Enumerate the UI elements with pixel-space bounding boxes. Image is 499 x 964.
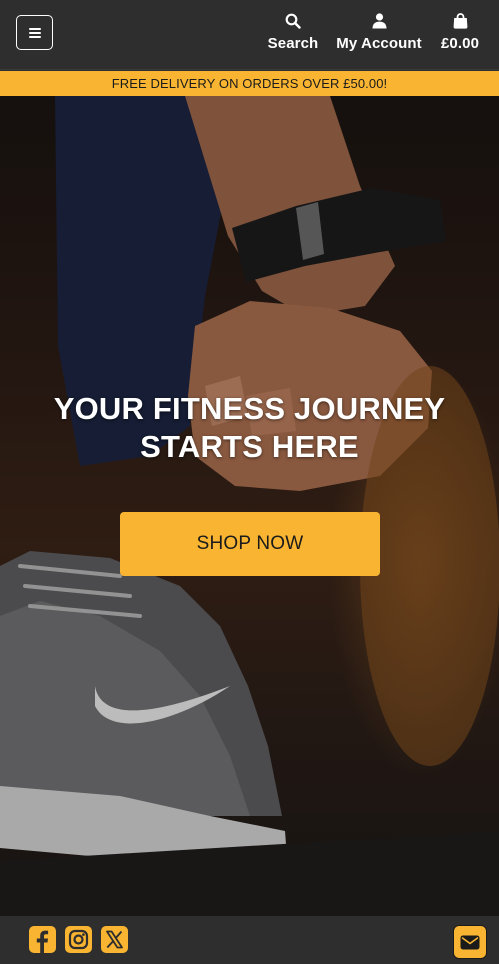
- my-account-nav-label: My Account: [336, 35, 422, 52]
- shopping-bag-icon: [453, 12, 468, 30]
- facebook-icon[interactable]: [29, 926, 56, 953]
- instagram-icon[interactable]: [65, 926, 92, 953]
- search-nav-link[interactable]: Search: [266, 12, 320, 52]
- x-icon[interactable]: [101, 926, 128, 953]
- site-header: Search My Account £0.00: [0, 0, 499, 70]
- hero-section: YOUR FITNESS JOURNEY STARTS HERE SHOP NO…: [0, 96, 499, 916]
- user-icon: [372, 12, 387, 30]
- cart-nav-link[interactable]: £0.00: [436, 12, 484, 52]
- free-delivery-text: FREE DELIVERY ON ORDERS OVER £50.00!: [111, 76, 388, 91]
- search-nav-label: Search: [267, 35, 319, 52]
- page: Search My Account £0.00 FREE DELIVERY ON…: [0, 0, 499, 964]
- envelope-icon: [460, 935, 480, 949]
- hero-title-line-2: STARTS HERE: [140, 429, 359, 464]
- site-footer: [0, 916, 499, 964]
- hero-title: YOUR FITNESS JOURNEY STARTS HERE: [0, 390, 499, 466]
- hero-title-line-1: YOUR FITNESS JOURNEY: [53, 391, 446, 426]
- cart-total-label: £0.00: [440, 35, 480, 52]
- search-icon: [285, 12, 301, 30]
- shop-now-button[interactable]: SHOP NOW: [120, 512, 380, 576]
- free-delivery-banner: FREE DELIVERY ON ORDERS OVER £50.00!: [0, 71, 499, 96]
- menu-toggle-button[interactable]: [16, 15, 53, 50]
- contact-email-button[interactable]: [453, 925, 487, 959]
- hero-overlay: [0, 96, 499, 916]
- my-account-nav-link[interactable]: My Account: [333, 12, 425, 52]
- hamburger-icon: [28, 27, 41, 38]
- shop-now-label: SHOP NOW: [196, 533, 304, 554]
